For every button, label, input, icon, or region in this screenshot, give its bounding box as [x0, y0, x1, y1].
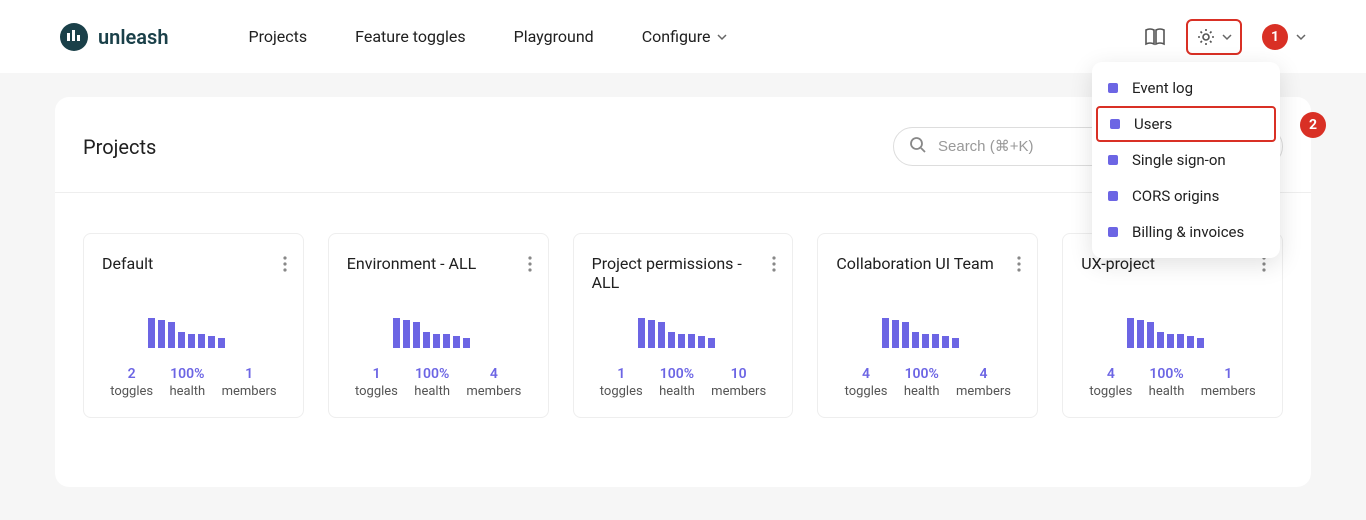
project-card[interactable]: Default 2 toggles 100% health 1 members — [83, 233, 304, 418]
stat-members-value: 10 — [711, 366, 766, 382]
project-card[interactable]: Collaboration UI Team 4 toggles 100% healt… — [817, 233, 1038, 418]
dropdown-item-users[interactable]: Users — [1096, 106, 1276, 142]
brand-logo[interactable]: unleash — [60, 23, 168, 51]
mini-bar-chart — [1127, 314, 1264, 348]
dropdown-label: Users — [1134, 115, 1172, 133]
project-stats: 4 toggles 100% health 4 members — [836, 366, 1019, 399]
project-title: Collaboration UI Team — [836, 254, 1019, 300]
stat-health-label: health — [1149, 384, 1185, 399]
stat-toggles-label: toggles — [355, 384, 398, 399]
stat-toggles-label: toggles — [1089, 384, 1132, 399]
dropdown-label: CORS origins — [1132, 187, 1219, 205]
stat-members-label: members — [956, 384, 1011, 399]
more-vertical-icon — [1262, 256, 1266, 272]
stat-members-label: members — [711, 384, 766, 399]
card-menu-button[interactable] — [1017, 256, 1021, 276]
stat-health-label: health — [659, 384, 695, 399]
nav-configure[interactable]: Configure — [642, 27, 727, 46]
chevron-down-icon — [1222, 32, 1232, 42]
stat-health-value: 100% — [659, 366, 695, 382]
stat-health-label: health — [169, 384, 205, 399]
card-menu-button[interactable] — [528, 256, 532, 276]
project-stats: 2 toggles 100% health 1 members — [102, 366, 285, 399]
dropdown-label: Billing & invoices — [1132, 223, 1244, 241]
more-vertical-icon — [1017, 256, 1021, 272]
stat-toggles-value: 4 — [845, 366, 888, 382]
stat-toggles-value: 1 — [600, 366, 643, 382]
stat-toggles-value: 4 — [1089, 366, 1132, 382]
bullet-icon — [1110, 119, 1120, 129]
stat-members-value: 1 — [222, 366, 277, 382]
stat-health-value: 100% — [414, 366, 450, 382]
card-menu-button[interactable] — [1262, 256, 1266, 276]
book-icon — [1144, 27, 1166, 47]
project-card[interactable]: UX-project 4 toggles 100% health 1 members — [1062, 233, 1283, 418]
user-avatar-badge: 1 — [1262, 24, 1288, 50]
stat-health-label: health — [414, 384, 450, 399]
stat-toggles-label: toggles — [110, 384, 153, 399]
bullet-icon — [1108, 191, 1118, 201]
topbar-actions: 1 — [1144, 19, 1306, 55]
gear-icon — [1196, 27, 1216, 47]
dropdown-item-event-log[interactable]: Event log — [1092, 70, 1280, 106]
docs-button[interactable] — [1144, 27, 1166, 47]
project-title: Default — [102, 254, 285, 300]
project-card[interactable]: Environment - ALL 1 toggles 100% health 4 m… — [328, 233, 549, 418]
stat-health-value: 100% — [904, 366, 940, 382]
card-menu-button[interactable] — [283, 256, 287, 276]
stat-toggles-label: toggles — [845, 384, 888, 399]
user-menu[interactable]: 1 — [1262, 24, 1306, 50]
bullet-icon — [1108, 155, 1118, 165]
more-vertical-icon — [772, 256, 776, 272]
stat-toggles-value: 2 — [110, 366, 153, 382]
project-title: Environment - ALL — [347, 254, 530, 300]
dropdown-item-sso[interactable]: Single sign-on — [1092, 142, 1280, 178]
stat-members-label: members — [222, 384, 277, 399]
project-card[interactable]: Project permissions - ALL 1 toggles 100% h… — [573, 233, 794, 418]
card-menu-button[interactable] — [772, 256, 776, 276]
bullet-icon — [1108, 227, 1118, 237]
more-vertical-icon — [528, 256, 532, 272]
stat-members-label: members — [1201, 384, 1256, 399]
chevron-down-icon — [1296, 32, 1306, 42]
main-nav: Projects Feature toggles Playground Conf… — [248, 27, 726, 46]
project-stats: 1 toggles 100% health 10 members — [592, 366, 775, 399]
dropdown-label: Single sign-on — [1132, 151, 1226, 169]
project-stats: 4 toggles 100% health 1 members — [1081, 366, 1264, 399]
brand-logo-icon — [60, 23, 88, 51]
project-stats: 1 toggles 100% health 4 members — [347, 366, 530, 399]
callout-badge-2: 2 — [1300, 112, 1326, 138]
stat-toggles-value: 1 — [355, 366, 398, 382]
stat-health-value: 100% — [169, 366, 205, 382]
nav-feature-toggles[interactable]: Feature toggles — [355, 27, 465, 46]
settings-button[interactable] — [1186, 19, 1242, 55]
settings-dropdown: Event log Users Single sign-on CORS orig… — [1092, 62, 1280, 258]
nav-playground[interactable]: Playground — [514, 27, 594, 46]
dropdown-label: Event log — [1132, 79, 1193, 97]
stat-members-value: 1 — [1201, 366, 1256, 382]
mini-bar-chart — [393, 314, 530, 348]
search-icon — [909, 136, 927, 158]
stat-health-label: health — [904, 384, 940, 399]
stat-health-value: 100% — [1149, 366, 1185, 382]
dropdown-item-cors[interactable]: CORS origins — [1092, 178, 1280, 214]
brand-name: unleash — [98, 25, 168, 49]
project-title: UX-project — [1081, 254, 1264, 300]
mini-bar-chart — [638, 314, 775, 348]
stat-members-label: members — [466, 384, 521, 399]
project-title: Project permissions - ALL — [592, 254, 775, 300]
nav-projects[interactable]: Projects — [248, 27, 307, 46]
mini-bar-chart — [148, 314, 285, 348]
page-title: Projects — [83, 135, 156, 159]
dropdown-item-billing[interactable]: Billing & invoices — [1092, 214, 1280, 250]
bullet-icon — [1108, 83, 1118, 93]
mini-bar-chart — [882, 314, 1019, 348]
chevron-down-icon — [717, 32, 727, 42]
stat-members-value: 4 — [956, 366, 1011, 382]
nav-configure-label: Configure — [642, 27, 711, 46]
stat-toggles-label: toggles — [600, 384, 643, 399]
more-vertical-icon — [283, 256, 287, 272]
stat-members-value: 4 — [466, 366, 521, 382]
